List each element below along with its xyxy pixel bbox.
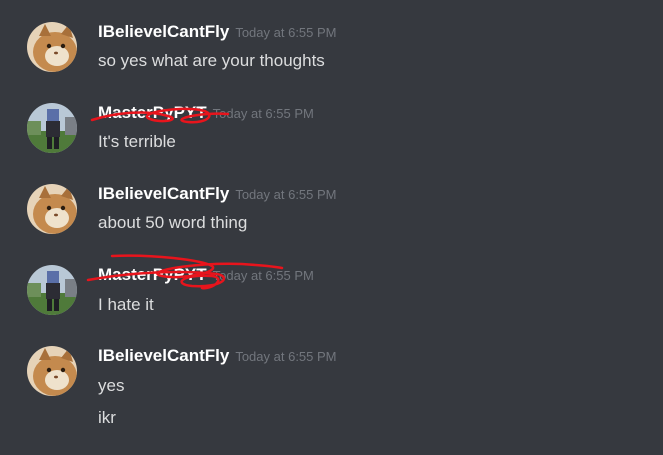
minecraft-avatar[interactable]	[27, 265, 77, 315]
timestamp: Today at 6:55 PM	[212, 268, 314, 283]
username[interactable]: MasterPyPYT	[98, 103, 207, 122]
username[interactable]: IBelievelCantFly	[98, 184, 229, 203]
username[interactable]: IBelievelCantFly	[98, 346, 229, 365]
username[interactable]: MasterPyPYT	[98, 265, 207, 284]
timestamp: Today at 6:55 PM	[235, 187, 337, 202]
username[interactable]: IBelievelCantFly	[98, 22, 229, 41]
message-text: I hate it	[98, 295, 154, 314]
message-text: yes	[98, 376, 125, 395]
cat-avatar[interactable]	[27, 346, 77, 396]
timestamp: Today at 6:55 PM	[235, 25, 337, 40]
timestamp: Today at 6:55 PM	[212, 106, 314, 121]
cat-avatar[interactable]	[27, 22, 77, 72]
minecraft-avatar[interactable]	[27, 103, 77, 153]
cat-avatar[interactable]	[27, 184, 77, 234]
message-text: so yes what are your thoughts	[98, 51, 325, 70]
timestamp: Today at 6:55 PM	[235, 349, 337, 364]
chat-message-list: IBelievelCantFly Today at 6:55 PM so yes …	[0, 0, 663, 455]
message-text: It's terrible	[98, 132, 176, 151]
message-text: ikr	[98, 408, 116, 427]
message-text: about 50 word thing	[98, 213, 248, 232]
